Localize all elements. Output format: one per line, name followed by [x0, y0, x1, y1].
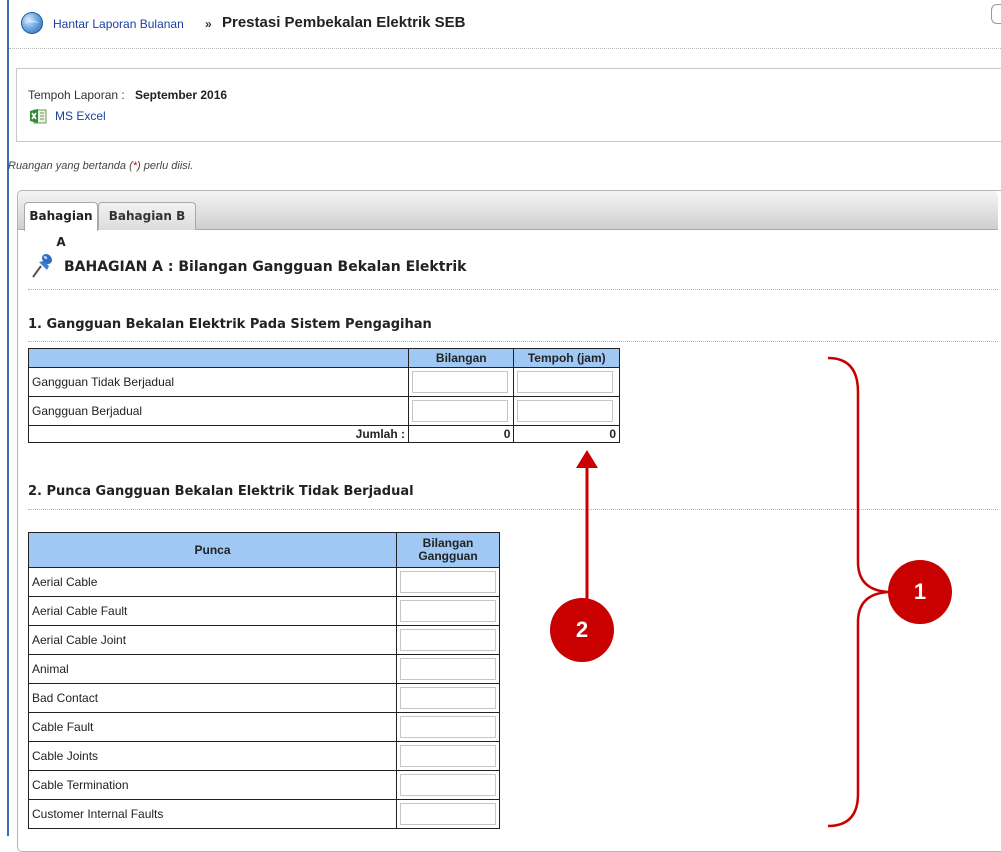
annotation-badge-2: 2 — [550, 598, 614, 662]
annotation-badge-1: 1 — [888, 560, 952, 624]
annotation-overlay — [576, 356, 889, 828]
annotation-arrow-head — [576, 450, 598, 468]
annotation-brace — [827, 356, 889, 828]
